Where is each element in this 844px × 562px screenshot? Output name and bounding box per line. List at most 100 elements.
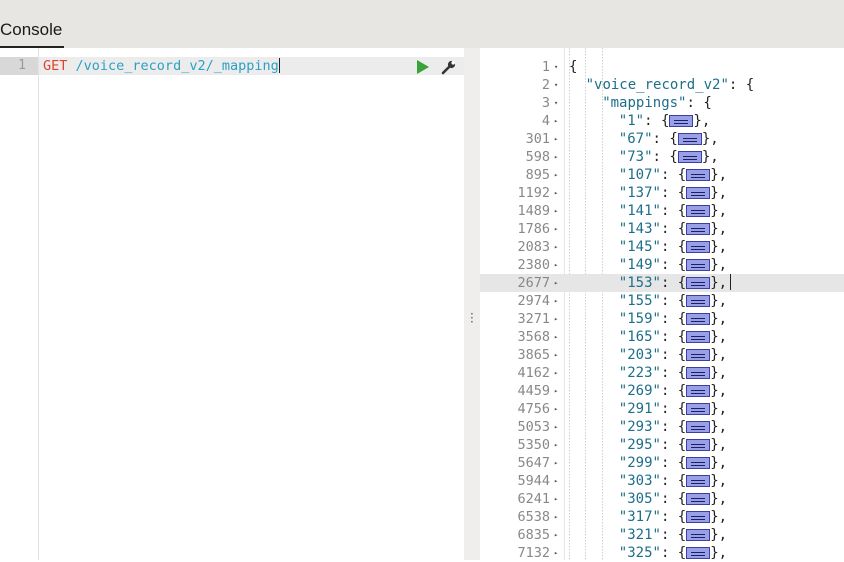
fold-closed-icon[interactable]: ▸ — [554, 328, 558, 346]
response-line: 7132 ▸ "325": {}, — [480, 544, 844, 562]
response-line-number: 5944 — [517, 473, 550, 489]
collapsed-object-icon[interactable] — [669, 115, 694, 127]
response-line: 598 ▸ "73": {}, — [480, 148, 844, 166]
fold-closed-icon[interactable]: ▸ — [554, 274, 558, 292]
json-punctuation: }, — [693, 113, 711, 129]
tab-console[interactable]: Console — [0, 18, 65, 48]
response-code: "1": {}, — [619, 112, 710, 130]
request-path: /voice_record_v2/_mapping — [75, 58, 279, 74]
response-line-number: 301 — [525, 131, 550, 147]
fold-closed-icon[interactable]: ▸ — [554, 526, 558, 544]
collapsed-object-icon[interactable] — [686, 403, 711, 415]
wrench-icon[interactable] — [441, 59, 457, 75]
json-key: "269" — [618, 383, 661, 399]
collapsed-object-icon[interactable] — [686, 313, 711, 325]
collapsed-object-icon[interactable] — [686, 493, 711, 505]
response-code: "159": {}, — [619, 310, 727, 328]
collapsed-object-icon[interactable] — [686, 241, 711, 253]
response-code: "317": {}, — [619, 508, 727, 526]
fold-closed-icon[interactable]: ▸ — [554, 130, 558, 148]
collapsed-object-icon[interactable] — [686, 385, 711, 397]
response-line-number: 1192 — [517, 185, 550, 201]
fold-closed-icon[interactable]: ▸ — [554, 166, 558, 184]
collapsed-object-icon[interactable] — [686, 529, 711, 541]
pane-splitter[interactable] — [464, 48, 480, 560]
request-line-number: 1 — [18, 58, 26, 73]
response-line-number: 5350 — [517, 437, 550, 453]
response-code: "153": {}, — [619, 274, 732, 292]
fold-closed-icon[interactable]: ▸ — [554, 256, 558, 274]
response-line-number: 3865 — [517, 347, 550, 363]
collapsed-object-icon[interactable] — [686, 475, 711, 487]
collapsed-object-icon[interactable] — [686, 457, 711, 469]
fold-closed-icon[interactable]: ▸ — [554, 400, 558, 418]
collapsed-object-icon[interactable] — [686, 367, 711, 379]
fold-closed-icon[interactable]: ▸ — [554, 508, 558, 526]
collapsed-object-icon[interactable] — [686, 331, 711, 343]
response-line: 1786 ▸ "143": {}, — [480, 220, 844, 238]
response-line: 3 ▾ "mappings": { — [480, 94, 844, 112]
collapsed-object-icon[interactable] — [686, 205, 711, 217]
collapsed-object-icon[interactable] — [686, 259, 711, 271]
fold-closed-icon[interactable]: ▸ — [554, 148, 558, 166]
json-punctuation: : { — [660, 221, 687, 237]
collapsed-object-icon[interactable] — [686, 439, 711, 451]
response-viewer[interactable]: 1 ▾{2 ▾ "voice_record_v2": {3 ▾ "mappings": {… — [480, 48, 844, 562]
collapsed-object-icon[interactable] — [686, 277, 711, 289]
collapsed-object-icon[interactable] — [686, 421, 711, 433]
fold-closed-icon[interactable]: ▸ — [554, 346, 558, 364]
fold-closed-icon[interactable]: ▸ — [554, 112, 558, 130]
json-punctuation: }, — [710, 401, 728, 417]
fold-closed-icon[interactable]: ▸ — [554, 238, 558, 256]
json-key: "155" — [618, 293, 661, 309]
fold-closed-icon[interactable]: ▸ — [554, 436, 558, 454]
collapsed-object-icon[interactable] — [686, 295, 711, 307]
json-key: "145" — [618, 239, 661, 255]
response-code: "165": {}, — [619, 328, 727, 346]
fold-open-icon[interactable]: ▾ — [554, 58, 558, 76]
collapsed-object-icon[interactable] — [686, 511, 711, 523]
response-line: 3865 ▸ "203": {}, — [480, 346, 844, 364]
fold-closed-icon[interactable]: ▸ — [554, 364, 558, 382]
fold-closed-icon[interactable]: ▸ — [554, 184, 558, 202]
vertical-ellipsis-icon[interactable]: · · · — [470, 308, 474, 328]
fold-closed-icon[interactable]: ▸ — [554, 472, 558, 490]
fold-closed-icon[interactable]: ▸ — [554, 544, 558, 562]
fold-closed-icon[interactable]: ▸ — [554, 382, 558, 400]
json-punctuation: }, — [710, 311, 728, 327]
collapsed-object-icon[interactable] — [686, 169, 711, 181]
fold-closed-icon[interactable]: ▸ — [554, 310, 558, 328]
response-line-number: 4162 — [517, 365, 550, 381]
collapsed-object-icon[interactable] — [686, 547, 711, 559]
fold-closed-icon[interactable]: ▸ — [554, 490, 558, 508]
json-key: "291" — [618, 401, 661, 417]
request-editor[interactable]: 1 GET /voice_record_v2/_mapping — [0, 48, 464, 560]
response-code: "203": {}, — [619, 346, 727, 364]
json-punctuation: : { — [652, 149, 678, 165]
json-punctuation: }, — [701, 149, 719, 165]
response-line: 4459 ▸ "269": {}, — [480, 382, 844, 400]
play-icon[interactable] — [417, 60, 429, 74]
json-key: "305" — [618, 491, 661, 507]
fold-open-icon[interactable]: ▾ — [554, 76, 558, 94]
fold-closed-icon[interactable]: ▸ — [554, 454, 558, 472]
json-punctuation: : { — [660, 455, 687, 471]
response-line-number: 7132 — [517, 545, 550, 561]
response-line-number: 1786 — [517, 221, 550, 237]
collapsed-object-icon[interactable] — [677, 133, 702, 145]
request-line[interactable]: GET /voice_record_v2/_mapping — [43, 57, 280, 75]
json-punctuation: : { — [660, 473, 687, 489]
collapsed-object-icon[interactable] — [686, 187, 711, 199]
fold-closed-icon[interactable]: ▸ — [554, 202, 558, 220]
fold-closed-icon[interactable]: ▸ — [554, 418, 558, 436]
response-line: 6241 ▸ "305": {}, — [480, 490, 844, 508]
json-key: "293" — [618, 419, 661, 435]
fold-open-icon[interactable]: ▾ — [554, 94, 558, 112]
collapsed-object-icon[interactable] — [686, 223, 711, 235]
fold-closed-icon[interactable]: ▸ — [554, 220, 558, 238]
collapsed-object-icon[interactable] — [686, 349, 711, 361]
json-key: "295" — [618, 437, 661, 453]
response-code: "155": {}, — [619, 292, 727, 310]
fold-closed-icon[interactable]: ▸ — [554, 292, 558, 310]
collapsed-object-icon[interactable] — [677, 151, 702, 163]
